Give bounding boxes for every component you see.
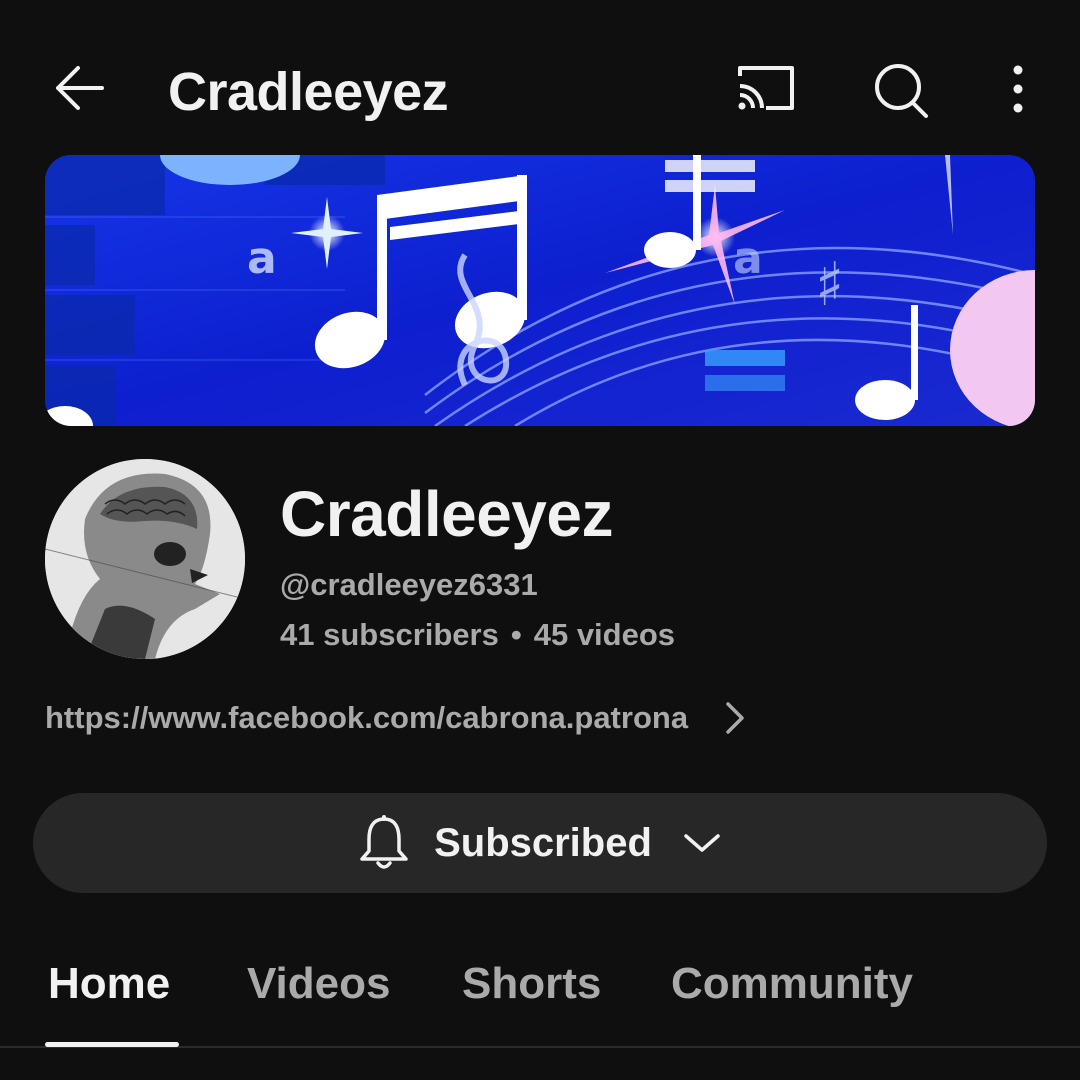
- svg-text:a: a: [733, 233, 763, 284]
- channel-link[interactable]: https://www.facebook.com/cabrona.patrona: [45, 700, 688, 736]
- channel-handle: @cradleeyez6331: [280, 567, 538, 602]
- svg-text:a: a: [247, 233, 277, 284]
- more-options-button[interactable]: [1000, 60, 1036, 120]
- tab-home[interactable]: Home: [48, 958, 170, 1010]
- svg-text:♯: ♯: [815, 250, 844, 320]
- more-vertical-icon: [1013, 65, 1023, 113]
- subscriber-count: 41 subscribers: [280, 617, 499, 652]
- search-icon: [875, 64, 928, 118]
- search-button[interactable]: [872, 60, 932, 120]
- subscribed-button[interactable]: Subscribed: [33, 793, 1047, 893]
- stats-separator: •: [510, 617, 522, 652]
- bell-icon: [360, 815, 408, 869]
- channel-avatar[interactable]: [45, 459, 245, 659]
- banner-music-art: ♯ a a: [45, 155, 1035, 426]
- tab-videos[interactable]: Videos: [247, 958, 390, 1010]
- tab-community[interactable]: Community: [671, 958, 913, 1010]
- channel-stats: 41 subscribers • 45 videos: [280, 616, 675, 654]
- arrow-left-icon: [56, 66, 104, 110]
- subscribed-label: Subscribed: [434, 820, 652, 865]
- chevron-down-icon: [684, 834, 720, 852]
- top-bar-title: Cradleeyez: [168, 62, 449, 122]
- cast-icon: [738, 66, 794, 110]
- channel-banner: ♯ a a: [45, 155, 1035, 426]
- video-count: 45 videos: [533, 617, 676, 652]
- cast-button[interactable]: [734, 62, 798, 114]
- avatar-skull-art: [45, 459, 245, 659]
- top-app-bar: Cradleeyez: [0, 0, 1080, 180]
- channel-tabs: Home Videos Shorts Community: [0, 940, 1080, 1048]
- back-button[interactable]: [50, 60, 110, 116]
- active-tab-indicator: [45, 1042, 179, 1047]
- channel-link-row[interactable]: https://www.facebook.com/cabrona.patrona: [45, 694, 750, 742]
- channel-name: Cradleeyez: [280, 478, 613, 550]
- chevron-right-icon: [726, 702, 744, 734]
- tab-shorts[interactable]: Shorts: [462, 958, 601, 1010]
